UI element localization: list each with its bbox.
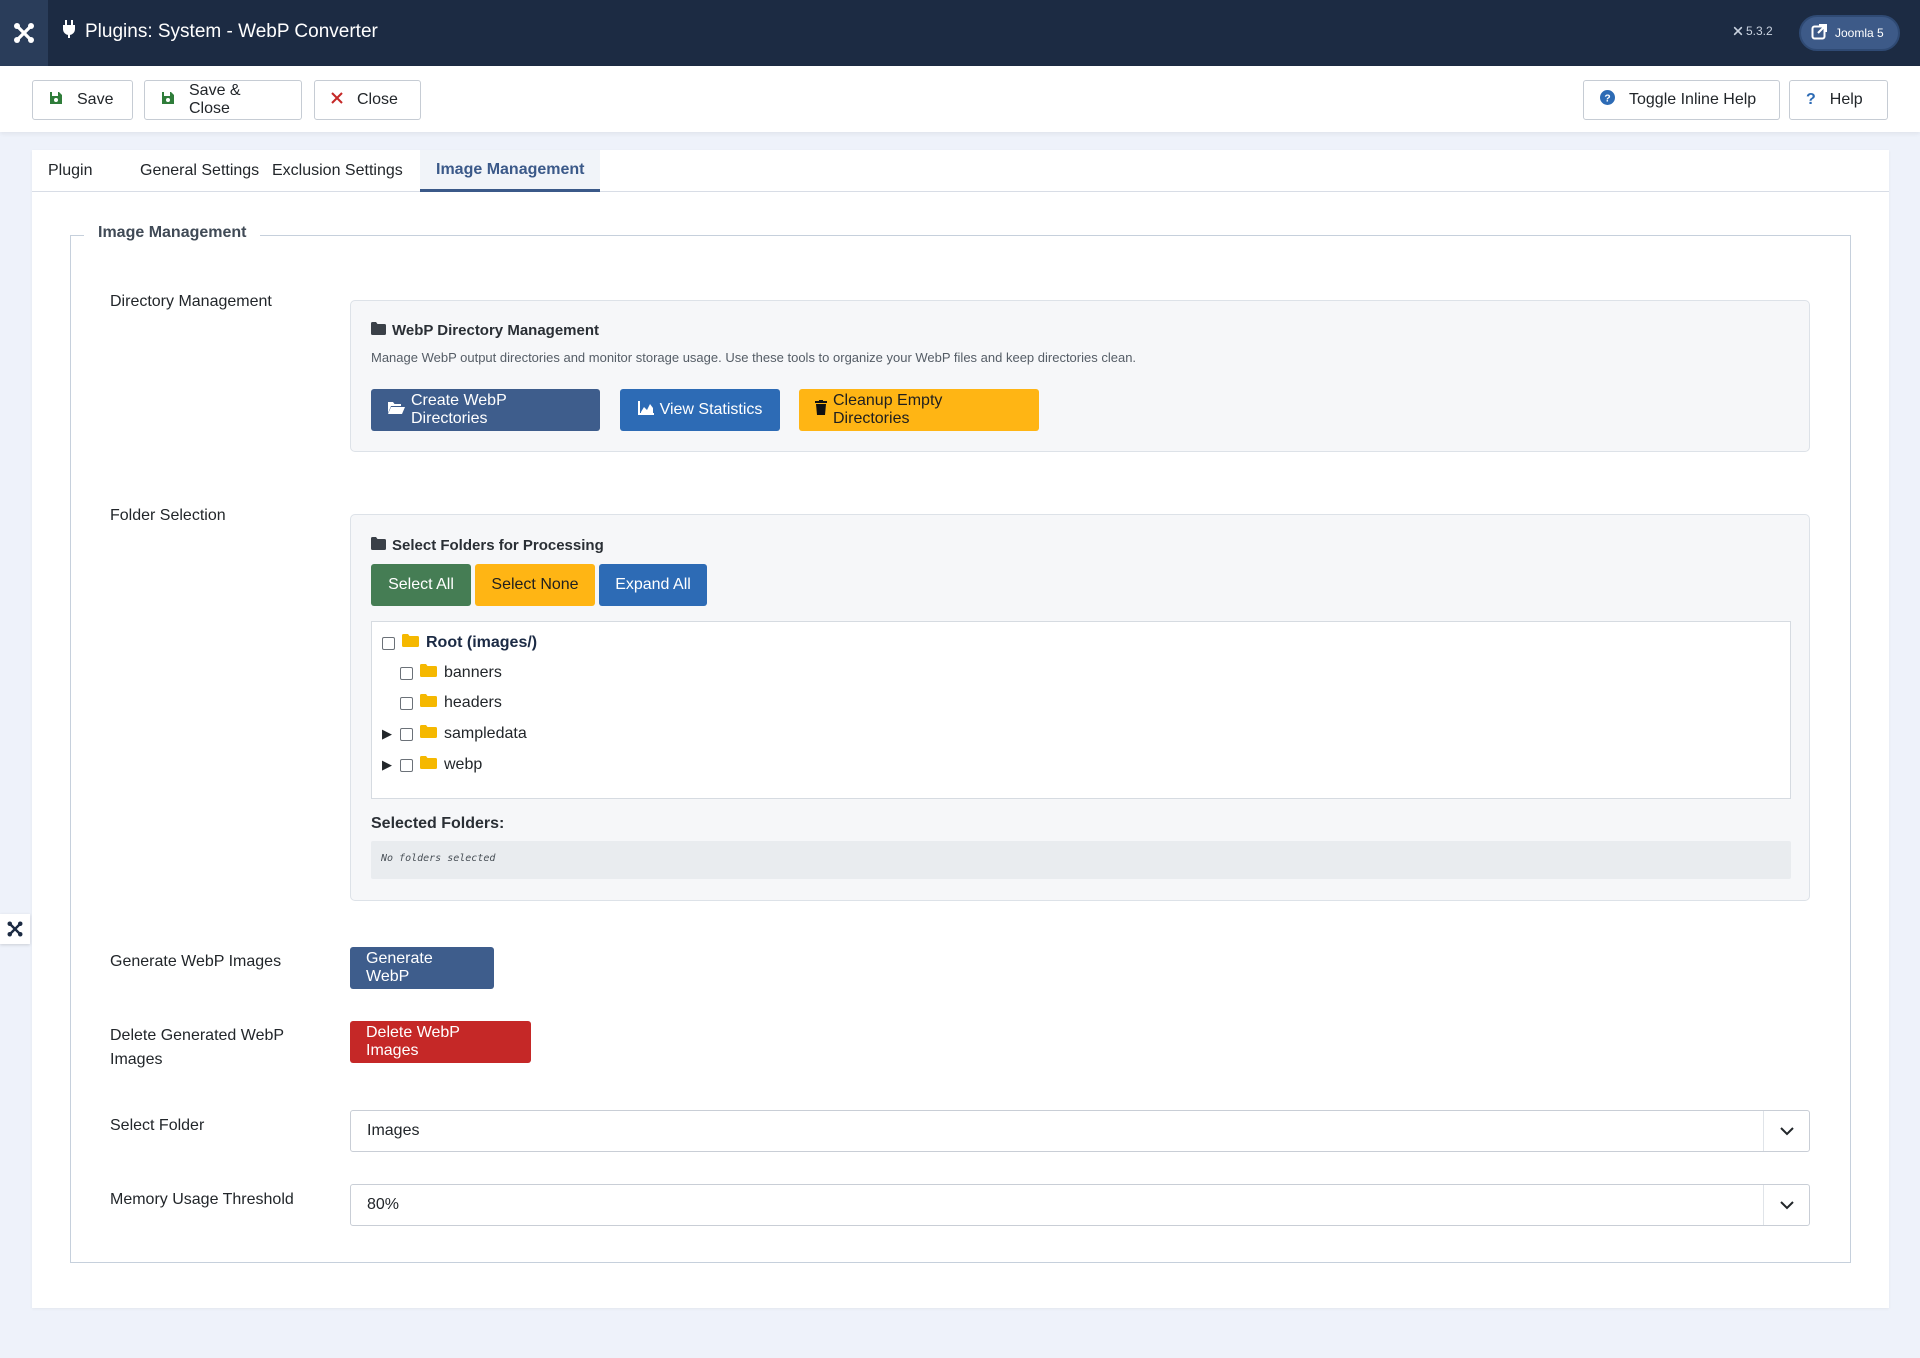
generate-webp-button[interactable]: Generate WebP xyxy=(350,947,494,989)
fieldset-legend: Image Management xyxy=(84,224,261,242)
tab-plugin[interactable]: Plugin xyxy=(32,150,108,192)
folder-icon xyxy=(371,537,386,554)
tree-item-banners-label[interactable]: banners xyxy=(444,664,502,682)
delete-webp-label-line1: Delete Generated WebP xyxy=(110,1027,285,1044)
delete-webp-label: Delete Generated WebP Images xyxy=(110,1024,284,1072)
directory-management-panel: WebP Directory Management Manage WebP ou… xyxy=(350,300,1810,452)
page-title: Plugins: System - WebP Converter xyxy=(62,20,378,44)
folder-icon xyxy=(371,322,386,339)
directory-panel-description: Manage WebP output directories and monit… xyxy=(371,350,1137,365)
help-label: Help xyxy=(1829,91,1863,108)
question-icon: ? xyxy=(1806,91,1816,108)
tab-general-settings[interactable]: General Settings xyxy=(124,150,275,192)
expand-all-button[interactable]: Expand All xyxy=(599,564,707,606)
select-none-button[interactable]: Select None xyxy=(475,564,595,606)
root-checkbox[interactable] xyxy=(382,636,395,650)
expand-arrow-icon[interactable]: ▶ xyxy=(382,757,393,773)
close-icon xyxy=(331,91,343,109)
view-statistics-label: View Statistics xyxy=(659,401,763,418)
chevron-down-icon xyxy=(1763,1185,1809,1225)
tab-image-management[interactable]: Image Management xyxy=(420,150,601,192)
joomla-logo-icon[interactable] xyxy=(0,0,48,66)
page-title-text: Plugins: System - WebP Converter xyxy=(85,21,378,42)
generate-webp-label: Generate WebP Images xyxy=(110,953,282,970)
save-icon xyxy=(161,91,175,110)
select-all-button[interactable]: Select All xyxy=(371,564,471,606)
tree-item-headers: headers xyxy=(400,694,502,712)
select-folder-dropdown[interactable]: Images xyxy=(350,1110,1810,1152)
save-label: Save xyxy=(77,91,114,108)
toggle-inline-help-label: Toggle Inline Help xyxy=(1629,91,1757,108)
memory-threshold-dropdown[interactable]: 80% xyxy=(350,1184,1810,1226)
folder-selection-label: Folder Selection xyxy=(110,507,226,524)
sampledata-checkbox[interactable] xyxy=(400,727,413,741)
help-button[interactable]: ? Help xyxy=(1789,80,1888,120)
folder-open-icon xyxy=(387,401,405,420)
tree-item-sampledata: ▶ sampledata xyxy=(382,725,527,743)
chevron-down-icon xyxy=(1763,1111,1809,1151)
joomla-mini-icon xyxy=(1733,26,1743,36)
tree-item-webp-label[interactable]: webp xyxy=(444,756,482,774)
close-button[interactable]: Close xyxy=(314,80,421,120)
app-header: Plugins: System - WebP Converter 5.3.2 J… xyxy=(0,0,1920,66)
plug-icon xyxy=(62,20,76,44)
tree-item-sampledata-label[interactable]: sampledata xyxy=(444,725,527,743)
close-label: Close xyxy=(357,91,398,108)
external-link-icon xyxy=(1811,23,1827,43)
folder-icon xyxy=(420,664,437,682)
view-statistics-button[interactable]: View Statistics xyxy=(620,389,780,431)
selected-folders-label: Selected Folders: xyxy=(371,815,505,832)
folder-panel-title: Select Folders for Processing xyxy=(371,537,604,554)
tab-bar: Plugin General Settings Exclusion Settin… xyxy=(32,150,1889,192)
help-circle-icon: ? xyxy=(1600,90,1615,110)
banners-checkbox[interactable] xyxy=(400,666,413,680)
folder-icon xyxy=(420,725,437,743)
toolbar: Save Save & Close Close ? Toggle Inline … xyxy=(0,66,1920,132)
tree-item-root: Root (images/) xyxy=(382,634,537,652)
selected-folders-display: No folders selected xyxy=(371,841,1791,879)
save-icon xyxy=(49,91,63,110)
folder-icon xyxy=(420,756,437,774)
version-text: 5.3.2 xyxy=(1746,24,1773,38)
delete-webp-label-line2: Images xyxy=(110,1051,163,1068)
create-webp-directories-button[interactable]: Create WebP Directories xyxy=(371,389,600,431)
tree-item-headers-label[interactable]: headers xyxy=(444,694,502,712)
folder-selection-panel: Select Folders for Processing Select All… xyxy=(350,514,1810,901)
trash-icon xyxy=(815,400,827,420)
folder-tree: Root (images/) banners headers ▶ sampled… xyxy=(371,621,1791,799)
tree-item-banners: banners xyxy=(400,664,502,682)
save-close-label: Save & Close xyxy=(189,82,241,117)
folder-icon xyxy=(402,634,419,652)
save-close-button[interactable]: Save & Close xyxy=(144,80,302,120)
tab-exclusion-settings[interactable]: Exclusion Settings xyxy=(256,150,419,192)
svg-text:?: ? xyxy=(1604,93,1610,104)
cleanup-empty-directories-button[interactable]: Cleanup Empty Directories xyxy=(799,389,1039,431)
webp-checkbox[interactable] xyxy=(400,758,413,772)
directory-panel-title: WebP Directory Management xyxy=(371,322,599,339)
memory-threshold-value: 80% xyxy=(367,1196,400,1213)
tree-item-root-label[interactable]: Root (images/) xyxy=(426,634,537,652)
joomla-side-icon[interactable] xyxy=(0,914,30,944)
joomla-site-label: Joomla 5 xyxy=(1835,26,1884,40)
directory-management-label: Directory Management xyxy=(110,293,272,310)
cleanup-empty-directories-label: Cleanup Empty Directories xyxy=(833,392,943,427)
expand-arrow-icon[interactable]: ▶ xyxy=(382,726,393,742)
folder-icon xyxy=(420,694,437,712)
save-button[interactable]: Save xyxy=(32,80,133,120)
create-webp-directories-label: Create WebP Directories xyxy=(411,392,507,427)
tree-item-webp: ▶ webp xyxy=(382,756,482,774)
chart-icon xyxy=(637,400,654,420)
directory-panel-title-text: WebP Directory Management xyxy=(392,322,600,339)
headers-checkbox[interactable] xyxy=(400,696,413,710)
plugin-edit-card: Plugin General Settings Exclusion Settin… xyxy=(32,150,1889,1308)
folder-panel-title-text: Select Folders for Processing xyxy=(392,537,604,554)
joomla-site-button[interactable]: Joomla 5 xyxy=(1799,15,1900,51)
memory-threshold-label: Memory Usage Threshold xyxy=(110,1191,294,1208)
toggle-inline-help-button[interactable]: ? Toggle Inline Help xyxy=(1583,80,1780,120)
delete-webp-images-button[interactable]: Delete WebP Images xyxy=(350,1021,531,1063)
version-badge: 5.3.2 xyxy=(1733,24,1773,38)
select-folder-label: Select Folder xyxy=(110,1117,205,1134)
select-folder-value: Images xyxy=(367,1122,420,1139)
